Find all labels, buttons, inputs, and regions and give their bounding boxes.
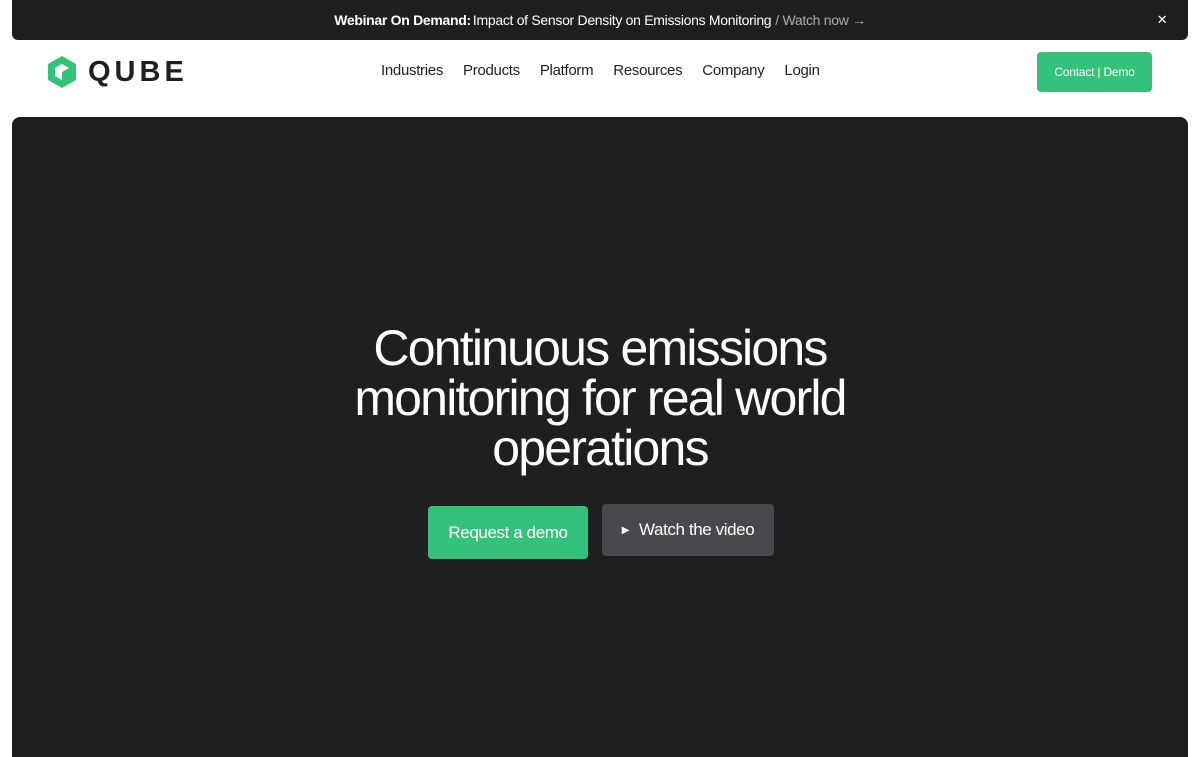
hero-title-line: monitoring for real world (354, 370, 847, 426)
qube-hexagon-logo-icon (48, 56, 76, 88)
nav-item-products[interactable]: Products (453, 61, 530, 81)
logo-wordmark: QUBE (88, 55, 188, 88)
watch-now-link[interactable]: / Watch now → (775, 12, 866, 28)
announcement-bar: Webinar On Demand: Impact of Sensor Dens… (12, 0, 1188, 40)
announcement-label: Webinar On Demand: (334, 12, 471, 28)
logo[interactable]: QUBE (48, 56, 188, 88)
announcement-text: Impact of Sensor Density on Emissions Mo… (472, 12, 772, 28)
watch-video-button[interactable]: ▶ Watch the video (602, 504, 774, 556)
hero-section: Continuous emissions monitoring for real… (12, 117, 1188, 757)
nav-item-industries[interactable]: Industries (371, 61, 453, 81)
nav-item-platform[interactable]: Platform (530, 61, 603, 81)
hero-title: Continuous emissions monitoring for real… (12, 323, 1188, 473)
site-header: QUBE Industries Products Platform Resour… (0, 40, 1200, 117)
nav-item-company[interactable]: Company (692, 61, 774, 81)
close-icon[interactable]: ✕ (1152, 10, 1172, 30)
request-demo-button[interactable]: Request a demo (428, 506, 588, 559)
contact-demo-button[interactable]: Contact | Demo (1037, 52, 1152, 92)
hero-title-line: operations (492, 420, 709, 476)
main-nav: Industries Products Platform Resources C… (371, 61, 830, 81)
hero-title-line: Continuous emissions (373, 320, 828, 376)
play-icon: ▶ (621, 524, 630, 536)
watch-video-label: Watch the video (639, 520, 755, 539)
nav-item-login[interactable]: Login (774, 61, 829, 81)
nav-item-resources[interactable]: Resources (603, 61, 692, 81)
